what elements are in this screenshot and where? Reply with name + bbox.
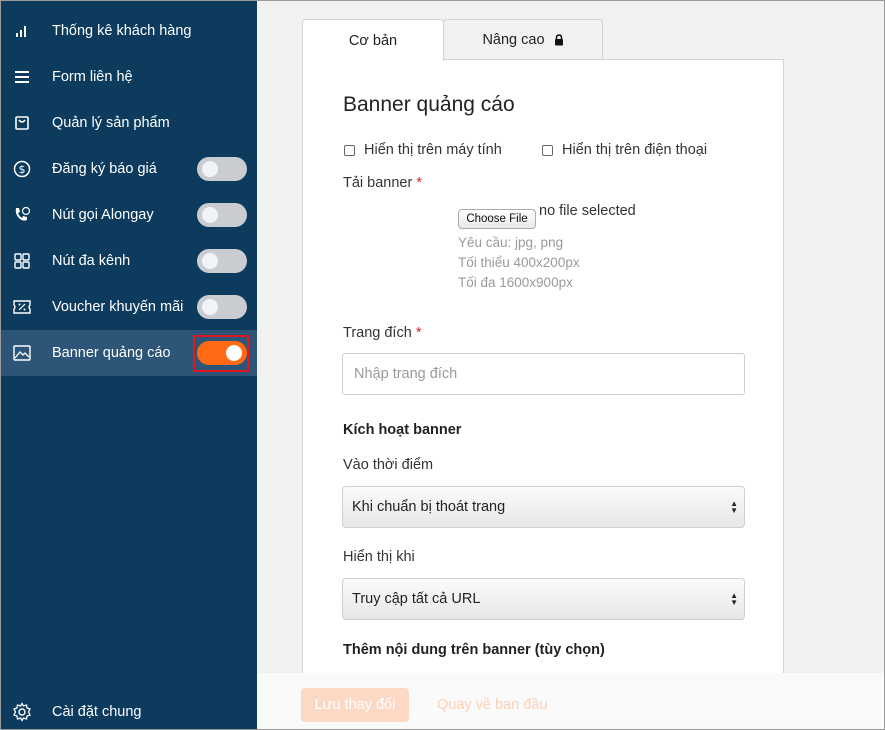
sidebar-item-contact-form[interactable]: Form liên hệ (1, 54, 257, 100)
sidebar-item-label: Thống kê khách hàng (52, 23, 192, 39)
app-window: Thống kê khách hàng Form liên hệ Quản lý… (0, 0, 885, 730)
banner-form-panel: Banner quảng cáo Hiển thị trên máy tính … (302, 59, 784, 729)
form-icon (12, 67, 32, 87)
sidebar-item-label: Banner quảng cáo (52, 345, 171, 361)
sidebar-item-products[interactable]: Quản lý sản phẩm (1, 100, 257, 146)
gear-icon (12, 702, 32, 722)
image-icon (12, 343, 32, 363)
sidebar: Thống kê khách hàng Form liên hệ Quản lý… (1, 1, 257, 729)
timing-select[interactable]: Khi chuẩn bị thoát trang ▲ ▼ (342, 486, 745, 528)
upload-hint: Yêu cầu: jpg, png (458, 235, 564, 250)
activate-heading: Kích hoạt banner (343, 422, 462, 438)
grid-icon (12, 251, 32, 271)
toggle-multichannel[interactable] (197, 249, 247, 273)
upload-label: Tải banner * (343, 175, 422, 191)
checkbox-box[interactable] (542, 144, 553, 156)
sidebar-item-label: Cài đặt chung (52, 704, 142, 720)
checkbox-mobile[interactable]: Hiển thị trên điện thoại (542, 142, 707, 158)
toggle-knob (202, 299, 218, 315)
phone-chat-icon (12, 205, 32, 225)
landing-page-input[interactable]: Nhập trang đích (342, 353, 745, 395)
landing-label: Trang đích * (343, 325, 421, 341)
sidebar-item-voucher[interactable]: Voucher khuyến mãi (1, 284, 257, 330)
display-select-value: Truy cập tất cả URL (352, 591, 481, 607)
upload-label-text: Tải banner (343, 175, 413, 191)
sidebar-item-label: Nút đa kênh (52, 253, 131, 269)
required-mark: * (415, 325, 422, 341)
timing-label: Vào thời điểm (343, 457, 434, 473)
save-button[interactable]: Lưu thay đổi (301, 688, 409, 722)
landing-label-text: Trang đích (343, 325, 412, 341)
toggle-voucher[interactable] (197, 295, 247, 319)
required-mark: * (416, 175, 423, 191)
sidebar-item-label: Đăng ký báo giá (52, 161, 157, 177)
toggle-call-button[interactable] (197, 203, 247, 227)
extra-content-heading: Thêm nội dung trên banner (tùy chọn) (343, 642, 605, 658)
choose-file-button[interactable]: Choose File (458, 209, 536, 229)
checkbox-desktop[interactable]: Hiển thị trên máy tính (344, 142, 502, 158)
upload-hint: Tối thiểu 400x200px (458, 255, 580, 270)
sidebar-item-call-button[interactable]: Nút gọi Alongay (1, 192, 257, 238)
file-status: no file selected (539, 203, 636, 219)
display-select[interactable]: Truy cập tất cả URL ▲ ▼ (342, 578, 745, 620)
shopping-bag-icon (12, 113, 32, 133)
tab-advanced[interactable]: Nâng cao (443, 19, 603, 59)
timing-select-value: Khi chuẩn bị thoát trang (352, 499, 506, 515)
reset-button[interactable]: Quay về ban đầu (437, 688, 547, 722)
svg-text:$: $ (19, 163, 26, 176)
select-arrows-icon: ▲ ▼ (730, 499, 738, 515)
display-label: Hiển thị khi (343, 549, 415, 565)
checkbox-desktop-label: Hiển thị trên máy tính (364, 142, 502, 158)
main-content: Cơ bản Nâng cao Banner quảng cáo Hiển th… (257, 1, 884, 729)
toggle-knob (202, 253, 218, 269)
sidebar-item-label: Nút gọi Alongay (52, 207, 154, 223)
lock-icon (554, 33, 564, 46)
tab-label: Nâng cao (482, 31, 545, 48)
form-title: Banner quảng cáo (343, 93, 515, 116)
sidebar-item-label: Voucher khuyến mãi (52, 299, 184, 315)
bar-chart-icon (12, 21, 32, 41)
checkbox-box[interactable] (344, 144, 355, 156)
toggle-knob (202, 207, 218, 223)
select-arrows-icon: ▲ ▼ (730, 591, 738, 607)
sidebar-item-quote-signup[interactable]: $ Đăng ký báo giá (1, 146, 257, 192)
sidebar-item-label: Quản lý sản phẩm (52, 115, 170, 131)
toggle-highlight-box (193, 335, 249, 372)
voucher-icon (12, 297, 32, 317)
upload-hint: Tối đa 1600x900px (458, 275, 573, 290)
dollar-circle-icon: $ (12, 159, 32, 179)
checkbox-mobile-label: Hiển thị trên điện thoại (562, 142, 708, 158)
sidebar-item-settings[interactable]: Cài đặt chung (1, 689, 257, 729)
toggle-quote-signup[interactable] (197, 157, 247, 181)
sidebar-item-label: Form liên hệ (52, 69, 133, 85)
sidebar-item-statistics[interactable]: Thống kê khách hàng (1, 8, 257, 54)
toggle-knob (202, 161, 218, 177)
tab-label: Cơ bản (348, 32, 398, 49)
sidebar-item-multichannel[interactable]: Nút đa kênh (1, 238, 257, 284)
footer-bar: Lưu thay đổi Quay về ban đầu (257, 673, 884, 729)
tab-basic[interactable]: Cơ bản (302, 19, 444, 61)
